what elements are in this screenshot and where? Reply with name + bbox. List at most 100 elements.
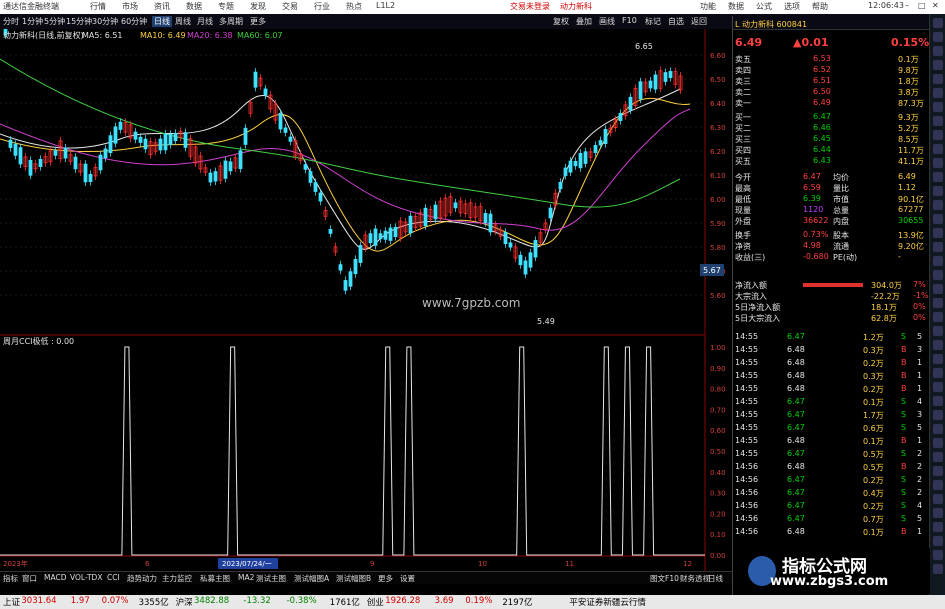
maximize-icon[interactable]: □ bbox=[918, 1, 926, 10]
tab-12[interactable]: 更多 bbox=[378, 573, 393, 584]
period-1[interactable]: 1分钟 bbox=[22, 16, 43, 27]
period-8[interactable]: 月线 bbox=[197, 16, 213, 27]
sidebar-tool-icon[interactable] bbox=[933, 368, 943, 378]
sidebar-tool-icon[interactable] bbox=[933, 494, 943, 504]
sidebar-tool-icon[interactable] bbox=[933, 116, 943, 126]
tab-f10[interactable]: 图文F10 bbox=[650, 573, 679, 584]
menu-item-1[interactable]: 市场 bbox=[122, 1, 138, 12]
sidebar-tool-icon[interactable] bbox=[933, 46, 943, 56]
period-7[interactable]: 周线 bbox=[175, 16, 191, 27]
period-5[interactable]: 60分钟 bbox=[121, 16, 147, 27]
sidebar-tool-icon[interactable] bbox=[933, 452, 943, 462]
sidebar-tool-icon[interactable] bbox=[933, 172, 943, 182]
tab-2[interactable]: MACD bbox=[44, 573, 66, 582]
right-menu-4[interactable]: 帮助 bbox=[812, 1, 828, 12]
period-0[interactable]: 分时 bbox=[3, 16, 19, 27]
sidebar-tool-icon[interactable] bbox=[933, 466, 943, 476]
sidebar-tool-icon[interactable] bbox=[933, 550, 943, 560]
tab-5[interactable]: 趋势动力 bbox=[127, 573, 157, 584]
tab-4[interactable]: CCI bbox=[107, 573, 120, 582]
menu-item-3[interactable]: 数据 bbox=[186, 1, 202, 12]
right-menu-2[interactable]: 公式 bbox=[756, 1, 772, 12]
period-4[interactable]: 30分钟 bbox=[92, 16, 118, 27]
menu-item-4[interactable]: 专题 bbox=[218, 1, 234, 12]
sidebar-tool-icon[interactable] bbox=[933, 228, 943, 238]
sidebar-tool-icon[interactable] bbox=[933, 508, 943, 518]
right-menu-3[interactable]: 选项 bbox=[784, 1, 800, 12]
menu-item-8[interactable]: 热点 bbox=[346, 1, 362, 12]
candle-body bbox=[603, 129, 608, 144]
sidebar-tool-icon[interactable] bbox=[933, 522, 943, 532]
minimize-icon[interactable]: – bbox=[905, 1, 909, 10]
sidebar-tool-icon[interactable] bbox=[933, 312, 943, 322]
tool-5[interactable]: 自选 bbox=[668, 16, 684, 27]
right-menu-0[interactable]: 功能 bbox=[700, 1, 716, 12]
sidebar-tool-icon[interactable] bbox=[933, 102, 943, 112]
sidebar-tool-icon[interactable] bbox=[933, 186, 943, 196]
period-9[interactable]: 多周期 bbox=[219, 16, 243, 27]
tab-11[interactable]: 测试幅图B bbox=[336, 573, 371, 584]
period-6[interactable]: 日线 bbox=[152, 16, 172, 27]
sidebar-tool-icon[interactable] bbox=[933, 88, 943, 98]
sidebar-tool-icon[interactable] bbox=[933, 382, 943, 392]
sidebar-tool-icon[interactable] bbox=[933, 214, 943, 224]
tick-side: B bbox=[901, 345, 907, 354]
stock-link[interactable]: 动力新科 bbox=[560, 1, 592, 12]
tool-2[interactable]: 画线 bbox=[599, 16, 615, 27]
sidebar-tool-icon[interactable] bbox=[933, 130, 943, 140]
menu-item-5[interactable]: 发现 bbox=[250, 1, 266, 12]
tab-6[interactable]: 主力监控 bbox=[162, 573, 192, 584]
sidebar-tool-icon[interactable] bbox=[933, 536, 943, 546]
menu-item-0[interactable]: 行情 bbox=[90, 1, 106, 12]
price-tick: 6.40 bbox=[710, 100, 726, 108]
sidebar-tool-icon[interactable] bbox=[933, 354, 943, 364]
sidebar-tool-icon[interactable] bbox=[933, 242, 943, 252]
tool-6[interactable]: 返回 bbox=[691, 16, 707, 27]
sidebar-tool-icon[interactable] bbox=[933, 256, 943, 266]
sidebar-tool-icon[interactable] bbox=[933, 158, 943, 168]
sidebar-tool-icon[interactable] bbox=[933, 396, 943, 406]
sidebar-tool-icon[interactable] bbox=[933, 74, 943, 84]
tab-9[interactable]: 测试主图 bbox=[256, 573, 286, 584]
tab-8[interactable]: MA2 bbox=[238, 573, 254, 582]
sidebar-tool-icon[interactable] bbox=[933, 326, 943, 336]
sidebar-tool-icon[interactable] bbox=[933, 284, 943, 294]
sidebar-tool-icon[interactable] bbox=[933, 144, 943, 154]
period-10[interactable]: 更多 bbox=[250, 16, 266, 27]
sidebar-tool-icon[interactable] bbox=[933, 60, 943, 70]
sidebar-tool-icon[interactable] bbox=[933, 564, 943, 574]
sidebar-tool-icon[interactable] bbox=[933, 200, 943, 210]
kline-chart[interactable]: 6.606.506.406.306.206.106.005.905.805.70… bbox=[0, 29, 732, 571]
sidebar-tool-icon[interactable] bbox=[933, 18, 943, 28]
tab-7[interactable]: 私募主图 bbox=[200, 573, 230, 584]
menu-item-6[interactable]: 交易 bbox=[282, 1, 298, 12]
right-menu-1[interactable]: 数据 bbox=[728, 1, 744, 12]
tab-10[interactable]: 测试幅图A bbox=[294, 573, 329, 584]
price-tick: 6.50 bbox=[710, 76, 726, 84]
period-3[interactable]: 15分钟 bbox=[66, 16, 92, 27]
tool-3[interactable]: F10 bbox=[622, 16, 637, 25]
tab-0[interactable]: 指标 bbox=[3, 573, 18, 584]
tab-finance[interactable]: 财务透视 bbox=[680, 573, 710, 584]
tool-1[interactable]: 叠加 bbox=[576, 16, 592, 27]
tab-1[interactable]: 窗口 bbox=[22, 573, 37, 584]
sidebar-tool-icon[interactable] bbox=[933, 480, 943, 490]
sidebar-tool-icon[interactable] bbox=[933, 424, 943, 434]
sidebar-tool-icon[interactable] bbox=[933, 270, 943, 280]
menu-item-2[interactable]: 资讯 bbox=[154, 1, 170, 12]
menu-item-9[interactable]: L1L2 bbox=[376, 1, 395, 10]
sidebar-tool-icon[interactable] bbox=[933, 32, 943, 42]
sidebar-tool-icon[interactable] bbox=[933, 410, 943, 420]
sidebar-tool-icon[interactable] bbox=[933, 340, 943, 350]
tool-0[interactable]: 复权 bbox=[553, 16, 569, 27]
close-icon[interactable]: ✕ bbox=[932, 1, 939, 10]
sidebar-tool-icon[interactable] bbox=[933, 438, 943, 448]
period-2[interactable]: 5分钟 bbox=[44, 16, 65, 27]
tool-4[interactable]: 标记 bbox=[645, 16, 661, 27]
sidebar-tool-icon[interactable] bbox=[933, 298, 943, 308]
tab-13[interactable]: 设置 bbox=[400, 573, 415, 584]
tab-3[interactable]: VOL-TDX bbox=[70, 573, 102, 582]
login-link[interactable]: 交易未登录 bbox=[510, 1, 550, 12]
menu-item-7[interactable]: 行业 bbox=[314, 1, 330, 12]
tab-daily[interactable]: 日线 bbox=[708, 573, 723, 584]
